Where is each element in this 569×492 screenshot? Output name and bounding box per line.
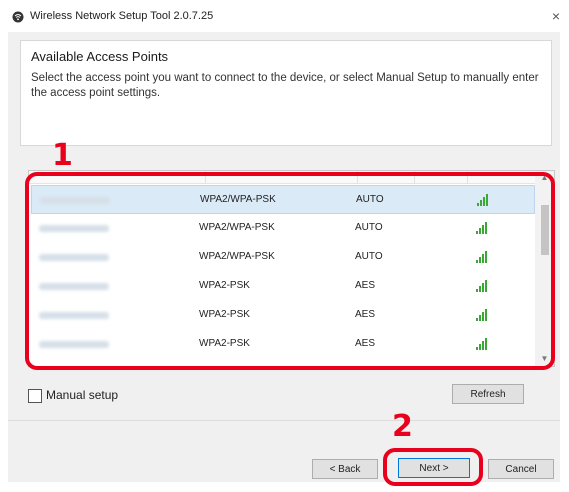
callout-box-next (383, 448, 483, 486)
title-bar: Wireless Network Setup Tool 2.0.7.25 × (0, 0, 569, 32)
divider (8, 420, 560, 421)
page-description: Select the access point you want to conn… (31, 72, 539, 99)
close-button[interactable]: × (548, 8, 564, 24)
callout-box-list (25, 172, 555, 370)
page-title: Available Access Points (31, 49, 169, 64)
header-panel: Available Access Points Select the acces… (20, 40, 552, 146)
manual-setup-label[interactable]: Manual setup (46, 388, 118, 402)
window-title: Wireless Network Setup Tool 2.0.7.25 (30, 10, 214, 22)
cancel-button[interactable]: Cancel (488, 459, 554, 479)
callout-number-1: 1 (52, 138, 73, 173)
checkbox-box[interactable] (28, 389, 42, 403)
callout-number-2: 2 (392, 409, 413, 444)
refresh-button[interactable]: Refresh (452, 384, 524, 404)
setup-window: Wireless Network Setup Tool 2.0.7.25 × A… (0, 0, 569, 492)
app-icon (12, 11, 24, 23)
back-button[interactable]: < Back (312, 459, 378, 479)
